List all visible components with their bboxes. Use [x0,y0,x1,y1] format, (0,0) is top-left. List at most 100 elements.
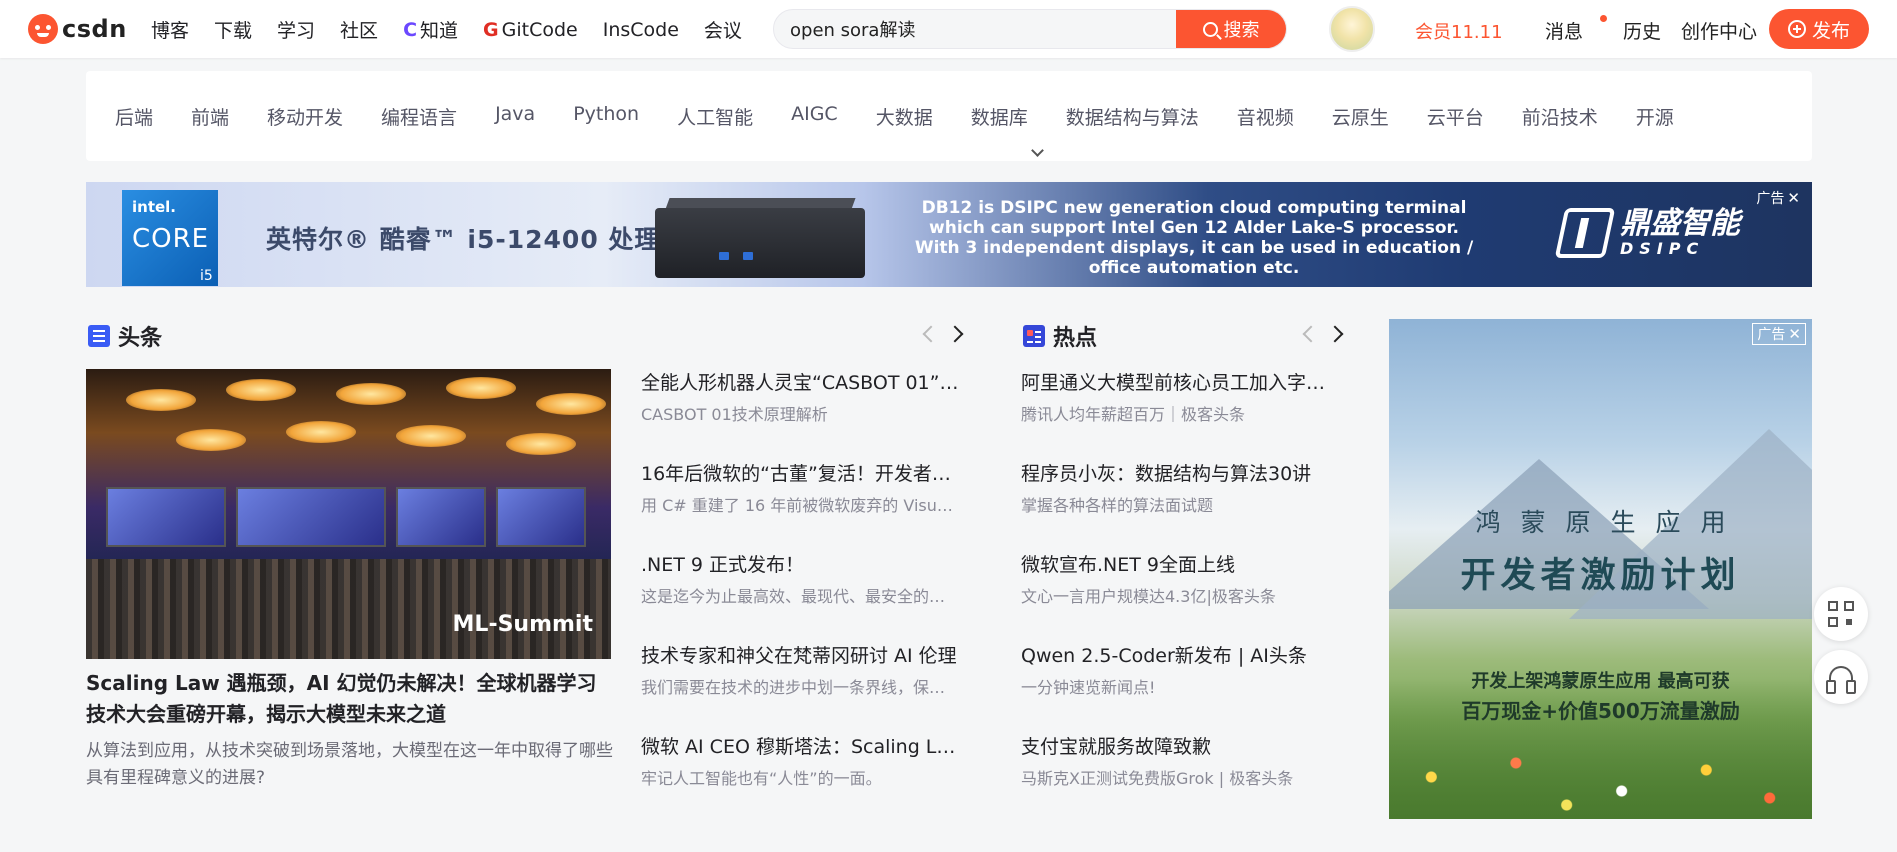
list-item[interactable]: .NET 9 正式发布！ 这是迄今为止最高效、最现代、最安全的版本 [641,552,959,643]
intel-gen: i5 [200,268,213,284]
category-item[interactable]: 移动开发 [267,103,343,130]
news-sub: 掌握各种各样的算法面试题 [1021,496,1214,515]
list-item[interactable]: 支付宝就服务故障致歉 马斯克X正测试免费版Grok | 极客头条 [1021,734,1343,825]
list-item[interactable]: 程序员小灰：数据结构与算法30讲 掌握各种各样的算法面试题 [1021,461,1343,552]
expand-chevron-down-icon[interactable] [1026,144,1050,160]
news-title: 支付宝就服务故障致歉 [1021,736,1212,758]
news-sub: 用 C# 重建了 16 年前被微软废弃的 Visual Studio [641,496,959,515]
publish-label: 发布 [1811,19,1850,42]
nav-item-blog[interactable]: 博客 [151,16,189,43]
hero-image-caption: ML-Summit [452,612,593,637]
user-avatar[interactable] [1329,6,1375,52]
side-ad[interactable]: 鸿蒙原生应用 开发者激励计划 开发上架鸿蒙原生应用 最高可获 百万现金+价值50… [1389,319,1812,819]
document-icon [88,325,110,347]
search-box: 搜索 [773,9,1287,49]
vip-link[interactable]: 会员11.11 [1415,18,1503,44]
category-list: 后端 前端 移动开发 编程语言 Java Python 人工智能 AIGC 大数… [115,103,1712,130]
nav-label: 博客 [151,20,190,42]
list-item[interactable]: 全能人形机器人灵宝“CASBOT 01”技术原理解析 CASBOT 01技术原理… [641,370,959,461]
main-nav: 博客 下载 学习 社区 C 知道 G GitCode InsCode 会议 [151,16,767,43]
search-button[interactable]: 搜索 [1176,10,1286,48]
close-icon[interactable]: ✕ [1787,189,1800,207]
creator-center-link[interactable]: 创作中心 [1681,17,1757,44]
headline-hero-image[interactable]: ML-Summit [86,369,611,659]
banner-ad-tag[interactable]: 广告 ✕ [1756,188,1800,208]
list-item[interactable]: 阿里通义大模型前核心员工加入字节跳动 腾讯人均年薪超百万｜极客头条 [1021,370,1343,461]
search-input[interactable] [774,10,1178,48]
category-item[interactable]: 后端 [115,103,153,130]
hot-pager [1301,322,1343,344]
category-item[interactable]: 数据库 [971,103,1028,130]
dsipc-logo: 鼎盛智能 DSIPC [1554,205,1740,258]
category-item[interactable]: 开源 [1636,103,1674,130]
customer-service-button[interactable] [1814,650,1868,704]
category-item[interactable]: 云平台 [1427,103,1484,130]
chevron-right-icon[interactable] [949,322,963,344]
search-button-label: 搜索 [1223,20,1260,41]
news-sub: 这是迄今为止最高效、最现代、最安全的版本 [641,587,959,606]
csdn-logo[interactable]: csdn [28,14,127,44]
nav-label: 社区 [340,20,379,42]
nav-label: 学习 [277,20,316,42]
news-title: 微软宣布.NET 9全面上线 [1021,554,1235,576]
category-item[interactable]: 云原生 [1332,103,1389,130]
qr-code-button[interactable] [1814,587,1868,641]
news-sub: 腾讯人均年薪超百万｜极客头条 [1021,405,1246,424]
messages-link[interactable]: 消息 [1545,15,1608,44]
messages-label: 消息 [1545,21,1584,43]
category-item[interactable]: 音视频 [1237,103,1294,130]
chevron-right-icon[interactable] [1329,322,1343,344]
nav-item-download[interactable]: 下载 [214,16,252,43]
nav-item-learn[interactable]: 学习 [277,16,315,43]
category-item[interactable]: 大数据 [876,103,933,130]
gitcode-icon: G [483,18,499,41]
intel-brand: intel. [132,198,177,216]
news-sub: CASBOT 01技术原理解析 [641,405,828,424]
list-item[interactable]: 16年后微软的“古董”复活！开发者用 C# 重建 用 C# 重建了 16 年前被… [641,461,959,552]
list-item[interactable]: 微软 AI CEO 穆斯塔法：Scaling Law 不会放缓 牢记人工智能也有… [641,734,959,825]
side-ad-line2: 开发者激励计划 [1460,556,1741,596]
nav-label: 会议 [703,20,742,42]
chevron-left-icon[interactable] [1301,322,1315,344]
headlines-header: 头条 [88,320,162,352]
brand-name: 鼎盛智能 [1620,205,1740,241]
brand-sub: DSIPC [1620,238,1705,258]
side-ad-line1: 鸿蒙原生应用 [1475,508,1746,537]
ad-label: 广告 [1756,191,1785,207]
news-sub: 一分钟速览新闻点! [1021,678,1156,697]
headlines-title: 头条 [118,326,163,351]
chevron-left-icon[interactable] [921,322,935,344]
search-icon [1202,21,1218,37]
close-icon[interactable]: ✕ [1788,325,1801,343]
banner-cpu-text: 英特尔® 酷睿™ i5-12400 处理器 [266,225,687,254]
side-ad-line4: 百万现金+价值500万流量激励 [1461,699,1740,723]
list-item[interactable]: 技术专家和神父在梵蒂冈研讨 AI 伦理 我们需要在技术的进步中划一条界线，保持人… [641,643,959,734]
news-title: 16年后微软的“古董”复活！开发者用 C# 重建 [641,463,959,485]
top-navbar: csdn 博客 下载 学习 社区 C 知道 G GitCode InsCode 会议… [0,0,1897,58]
headline-list: 全能人形机器人灵宝“CASBOT 01”技术原理解析 CASBOT 01技术原理… [641,370,959,825]
list-item[interactable]: Qwen 2.5-Coder新发布 | AI头条 一分钟速览新闻点! [1021,643,1343,734]
nav-label: 知道 [420,20,459,42]
banner-ad[interactable]: intel. CORE i5 英特尔® 酷睿™ i5-12400 处理器 DB1… [86,182,1812,287]
category-item[interactable]: Python [573,103,639,130]
category-item[interactable]: 编程语言 [381,103,457,130]
history-link[interactable]: 历史 [1623,17,1661,44]
category-bar: 后端 前端 移动开发 编程语言 Java Python 人工智能 AIGC 大数… [86,71,1812,161]
hot-news-icon [1023,325,1045,347]
category-item[interactable]: 前端 [191,103,229,130]
category-item[interactable]: 人工智能 [677,103,753,130]
headline-hero-title[interactable]: Scaling Law 遇瓶颈，AI 幻觉仍未解决！全球机器学习技术大会重磅开幕… [86,668,616,730]
plus-circle-icon [1787,20,1806,38]
nav-item-meeting[interactable]: 会议 [704,16,742,43]
category-item[interactable]: AIGC [791,103,838,130]
category-item[interactable]: Java [495,103,535,130]
nav-item-community[interactable]: 社区 [340,16,378,43]
nav-item-gitcode[interactable]: G GitCode [483,16,578,43]
list-item[interactable]: 微软宣布.NET 9全面上线 文心一言用户规模达4.3亿|极客头条 [1021,552,1343,643]
publish-button[interactable]: 发布 [1769,9,1869,49]
nav-item-zhidao[interactable]: C 知道 [403,16,458,43]
side-ad-tag[interactable]: 广告 ✕ [1752,323,1806,345]
category-item[interactable]: 前沿技术 [1522,103,1598,130]
nav-item-inscode[interactable]: InsCode [603,16,679,43]
category-item[interactable]: 数据结构与算法 [1066,103,1199,130]
